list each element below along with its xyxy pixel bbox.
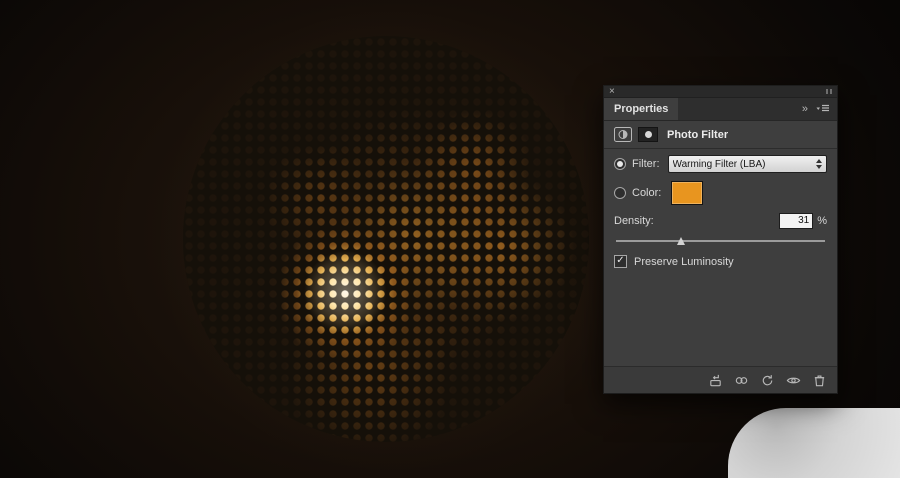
layer-mask-icon (638, 127, 658, 142)
panel-menu-icon[interactable] (816, 100, 830, 118)
filter-label: Filter: (632, 158, 660, 170)
color-radio[interactable] (614, 187, 626, 199)
eye-icon[interactable] (786, 373, 801, 388)
chain-link-icon[interactable] (734, 373, 749, 388)
filter-dropdown-value: Warming Filter (LBA) (673, 159, 817, 170)
perforated-artwork (183, 36, 589, 442)
density-slider-thumb[interactable] (677, 237, 685, 245)
corner-image-fragment (728, 408, 900, 478)
panel-title: Photo Filter (667, 129, 728, 141)
tab-properties[interactable]: Properties (604, 98, 678, 120)
divider (604, 148, 837, 149)
density-value-field[interactable]: 31 (779, 213, 813, 229)
density-slider-track[interactable] (616, 240, 825, 242)
filter-dropdown[interactable]: Warming Filter (LBA) (668, 155, 828, 173)
color-swatch[interactable] (671, 181, 703, 205)
panel-content: Photo Filter Filter: Warming Filter (LBA… (604, 121, 837, 393)
adjustment-header: Photo Filter (614, 127, 827, 142)
color-row: Color: (614, 181, 827, 205)
density-row: Density: 31 % (614, 213, 827, 229)
panel-dockbar: × (604, 86, 837, 98)
color-label: Color: (632, 187, 661, 199)
preserve-luminosity-row: ✓ Preserve Luminosity (614, 255, 827, 268)
trash-icon[interactable] (812, 373, 827, 388)
close-icon[interactable]: × (609, 87, 615, 97)
bloom-layer (183, 36, 589, 442)
panel-tabbar: Properties » (604, 98, 837, 121)
collapse-panel-icon[interactable]: » (802, 104, 807, 115)
filter-row: Filter: Warming Filter (LBA) (614, 155, 827, 173)
panel-grip-icon[interactable] (826, 89, 832, 94)
clip-to-layer-icon[interactable] (708, 373, 723, 388)
preserve-luminosity-checkbox[interactable]: ✓ (614, 255, 627, 268)
density-slider[interactable] (616, 235, 825, 247)
density-label: Density: (614, 215, 654, 227)
dropdown-arrows-icon (816, 159, 822, 169)
preserve-luminosity-label: Preserve Luminosity (634, 256, 734, 268)
photo-filter-adjustment-icon (614, 127, 632, 142)
density-unit: % (817, 215, 827, 227)
reset-icon[interactable] (760, 373, 775, 388)
filter-radio[interactable] (614, 158, 626, 170)
photoshop-workspace: × Properties » (0, 0, 900, 478)
panel-bottom-toolbar (604, 366, 837, 393)
properties-panel: × Properties » (603, 85, 838, 394)
